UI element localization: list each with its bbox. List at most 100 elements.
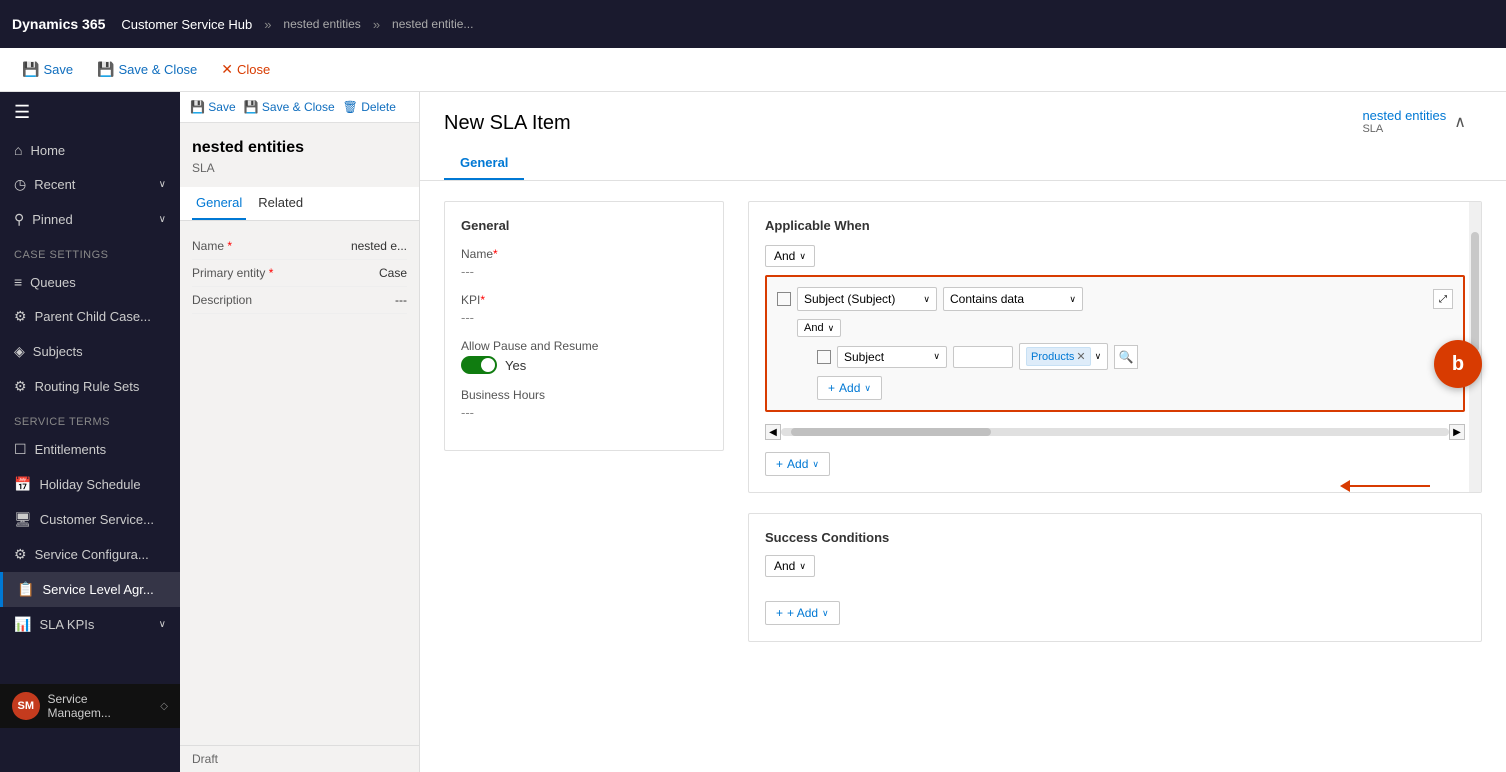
entitlements-icon: ☐ (14, 441, 27, 458)
arrow-head-icon (1340, 480, 1350, 492)
user-footer[interactable]: SM Service Managem... ◇ (0, 684, 180, 728)
arrow-line (1350, 485, 1430, 487)
user-settings-icon: ◇ (160, 701, 168, 712)
outer-add-label: Add (787, 457, 808, 471)
inner-add-container: + Add ∨ (817, 376, 1453, 400)
outer-add-button[interactable]: + Add ∨ (765, 452, 830, 476)
sidebar-item-holiday-schedule[interactable]: 📅 Holiday Schedule (0, 467, 180, 502)
scroll-right-arrow[interactable]: ▶ (1449, 424, 1465, 440)
sidebar-item-customer-service[interactable]: 🖥 Customer Service... (0, 502, 180, 537)
pause-resume-toggle[interactable] (461, 356, 497, 374)
middle-content: Name * nested e... Primary entity * Case… (180, 221, 419, 326)
sidebar-item-routing-rule-sets[interactable]: ⚙ Routing Rule Sets (0, 369, 180, 404)
middle-tab-general[interactable]: General (192, 187, 246, 220)
and-label: And (774, 249, 795, 263)
primary-entity-value: Case (379, 266, 407, 280)
save-close-label: Save & Close (119, 62, 198, 77)
holiday-icon: 📅 (14, 476, 31, 493)
page-title: New SLA Item (444, 112, 1482, 135)
dynamics-logo[interactable]: Dynamics 365 (12, 16, 105, 32)
main-body: General Name* --- KPI* --- Allow Pause a… (420, 181, 1506, 662)
pause-resume-label: Allow Pause and Resume (461, 339, 707, 353)
success-add-arrow-icon: ∨ (822, 608, 829, 619)
kpi-form-field: KPI* --- (461, 293, 707, 325)
breadcrumb-item1[interactable]: nested entities (283, 17, 360, 31)
close-button[interactable]: ✕ Close (211, 55, 280, 84)
kpi-label: KPI* (461, 293, 707, 307)
inner-and-label: And (804, 322, 824, 334)
save-icon: 💾 (22, 61, 39, 78)
business-hours-value: --- (461, 405, 707, 420)
sidebar-item-sla-kpis[interactable]: 📊 SLA KPIs ∨ (0, 607, 180, 642)
inner-checkbox[interactable] (817, 350, 831, 364)
sidebar-item-entitlements[interactable]: ☐ Entitlements (0, 432, 180, 467)
app-layout: ☰ ⌂ Home ◷ Recent ∨ ⚲ Pinned ∨ Case Sett… (0, 92, 1506, 772)
condition-box-outer: Subject (Subject) ∨ Contains data ∨ ⤢ A (765, 275, 1465, 412)
chevron-down-icon3: ∨ (159, 619, 166, 630)
sidebar-subjects-label: Subjects (33, 344, 83, 359)
inner-add-button[interactable]: + Add ∨ (817, 376, 882, 400)
success-add-button[interactable]: + + Add ∨ (765, 601, 840, 625)
general-card-title: General (461, 218, 707, 233)
user-avatar: SM (12, 692, 40, 720)
sidebar-item-service-configura[interactable]: ⚙ Service Configura... (0, 537, 180, 572)
applicable-when-title: Applicable When (765, 218, 1465, 233)
middle-tab-related[interactable]: Related (254, 187, 307, 220)
success-and-label: And (774, 559, 795, 573)
tab-general[interactable]: General (444, 147, 524, 180)
sidebar-sla-label: Service Level Agr... (42, 582, 153, 597)
app-title: Customer Service Hub (121, 17, 252, 32)
sub-navigation: 💾 Save 💾 Save & Close ✕ Close (0, 48, 1506, 92)
hamburger-menu[interactable]: ☰ (0, 92, 180, 133)
main-header: New SLA Item General (420, 92, 1506, 181)
products-tag-remove-icon[interactable]: ✕ (1076, 350, 1085, 363)
name-field-value: nested e... (351, 239, 407, 253)
subject-nested-select[interactable]: Subject ∨ (837, 346, 947, 368)
orange-b-button[interactable]: b (1434, 340, 1482, 388)
sidebar-customer-service-label: Customer Service... (40, 512, 154, 527)
middle-save-close-button[interactable]: 💾 Save & Close (244, 100, 335, 114)
products-value-select[interactable]: Products ✕ ∨ (1019, 343, 1108, 370)
save-close-button[interactable]: 💾 Save & Close (87, 55, 207, 84)
chevron-down-icon: ∨ (159, 179, 166, 190)
horizontal-scrollbar[interactable]: ◀ ▶ (765, 420, 1465, 444)
sidebar-item-queues[interactable]: ≡ Queues (0, 265, 180, 299)
search-button[interactable]: 🔍 (1114, 345, 1138, 369)
breadcrumb-item2[interactable]: nested entitie... (392, 17, 473, 31)
outer-checkbox[interactable] (777, 292, 791, 306)
middle-save-button[interactable]: 💾 Save (190, 100, 236, 114)
scroll-left-arrow[interactable]: ◀ (765, 424, 781, 440)
breadcrumb-link[interactable]: nested entities (1362, 108, 1446, 123)
subject-field-label: Subject (Subject) (804, 292, 895, 306)
breadcrumb-right: nested entities SLA ∧ (1362, 108, 1466, 135)
general-card: General Name* --- KPI* --- Allow Pause a… (444, 201, 724, 451)
nested-value-input[interactable] (953, 346, 1013, 368)
recent-icon: ◷ (14, 176, 26, 193)
close-label: Close (237, 62, 270, 77)
sidebar-item-subjects[interactable]: ◈ Subjects (0, 334, 180, 369)
sidebar-item-home[interactable]: ⌂ Home (0, 133, 180, 167)
outer-condition-row: Subject (Subject) ∨ Contains data ∨ ⤢ (777, 287, 1453, 311)
subject-field-select[interactable]: Subject (Subject) ∨ (797, 287, 937, 311)
expand-button[interactable]: ⤢ (1433, 289, 1453, 309)
sidebar-queues-label: Queues (30, 275, 76, 290)
and-selector[interactable]: And ∨ (765, 245, 815, 267)
sidebar-item-pinned[interactable]: ⚲ Pinned ∨ (0, 202, 180, 237)
contains-data-select[interactable]: Contains data ∨ (943, 287, 1083, 311)
collapse-icon[interactable]: ∧ (1454, 112, 1466, 132)
sidebar-parent-child-label: Parent Child Case... (35, 309, 151, 324)
close-icon: ✕ (221, 61, 233, 78)
inner-and-selector[interactable]: And ∨ (797, 319, 841, 337)
description-value: --- (395, 293, 407, 307)
outer-add-arrow-icon: ∨ (812, 459, 819, 470)
sidebar-item-parent-child[interactable]: ⚙ Parent Child Case... (0, 299, 180, 334)
sidebar-entitlements-label: Entitlements (35, 442, 107, 457)
middle-delete-button[interactable]: 🗑 Delete (343, 100, 396, 114)
arrow-pointer (1340, 480, 1430, 492)
sidebar-item-recent[interactable]: ◷ Recent ∨ (0, 167, 180, 202)
products-tag-label: Products (1031, 351, 1074, 363)
success-and-selector[interactable]: And ∨ (765, 555, 815, 577)
sidebar-item-service-level-agr[interactable]: 📋 Service Level Agr... (0, 572, 180, 607)
save-button[interactable]: 💾 Save (12, 55, 83, 84)
inner-add-label: Add (839, 381, 860, 395)
